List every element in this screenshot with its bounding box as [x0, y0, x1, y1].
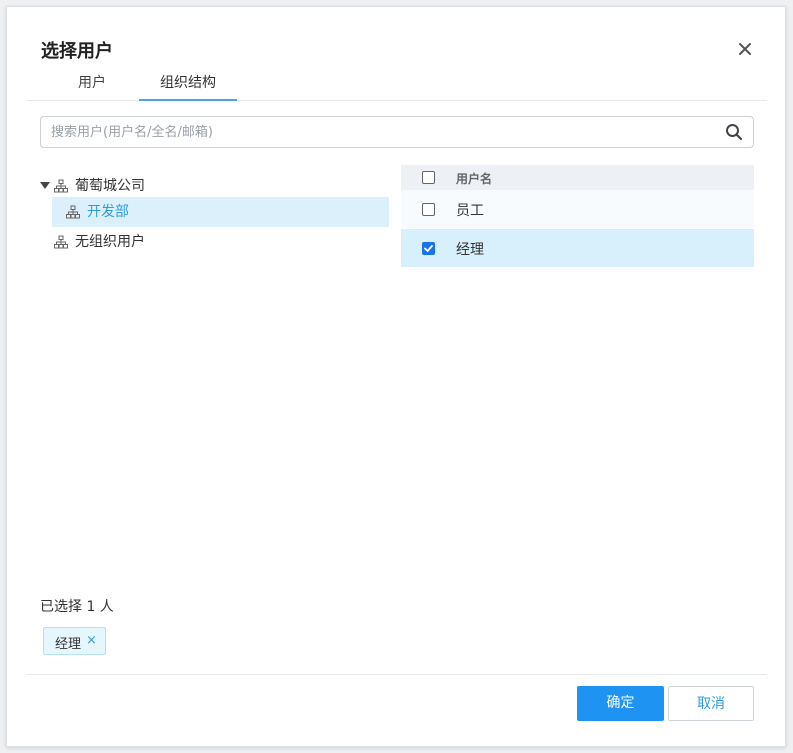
tab-bar: 用户 组织结构: [27, 73, 767, 101]
select-user-dialog: 选择用户 用户 组织结构 葡萄城公司: [6, 6, 786, 747]
table-row[interactable]: 经理: [401, 229, 754, 267]
tree-item-label: 开发部: [87, 204, 129, 220]
confirm-button[interactable]: 确定: [577, 686, 664, 721]
row-checkbox-checked[interactable]: [422, 242, 435, 255]
table-row[interactable]: 员工: [401, 190, 754, 228]
search-box: [40, 116, 754, 148]
tree-item-label: 无组织用户: [75, 234, 145, 250]
tree-item-no-org-users[interactable]: 无组织用户: [40, 227, 390, 257]
close-icon[interactable]: [734, 38, 756, 60]
row-checkbox[interactable]: [422, 203, 435, 216]
caret-down-icon[interactable]: [40, 182, 50, 189]
row-username: 经理: [456, 242, 484, 258]
search-icon[interactable]: [725, 123, 743, 141]
org-chart-icon: [54, 235, 68, 249]
dialog-title: 选择用户: [41, 41, 113, 62]
cancel-button[interactable]: 取消: [668, 686, 754, 721]
selected-user-chip: 经理 ×: [43, 627, 106, 655]
org-chart-icon: [54, 179, 68, 193]
chip-remove-icon[interactable]: ×: [86, 633, 97, 648]
search-input[interactable]: [51, 117, 711, 147]
org-chart-icon: [66, 205, 80, 219]
row-username: 员工: [456, 203, 484, 219]
table-header: 用户名: [401, 165, 754, 190]
selected-count: 已选择 1 人: [40, 599, 114, 615]
column-header-username: 用户名: [456, 172, 493, 186]
tab-org-structure[interactable]: 组织结构: [139, 73, 237, 101]
select-all-checkbox[interactable]: [422, 171, 435, 184]
footer-divider: [27, 674, 767, 675]
tree-item-dev-dept[interactable]: 开发部: [52, 197, 389, 227]
tab-users[interactable]: 用户: [72, 73, 112, 99]
chip-label: 经理: [55, 637, 82, 652]
check-icon: [424, 245, 433, 252]
